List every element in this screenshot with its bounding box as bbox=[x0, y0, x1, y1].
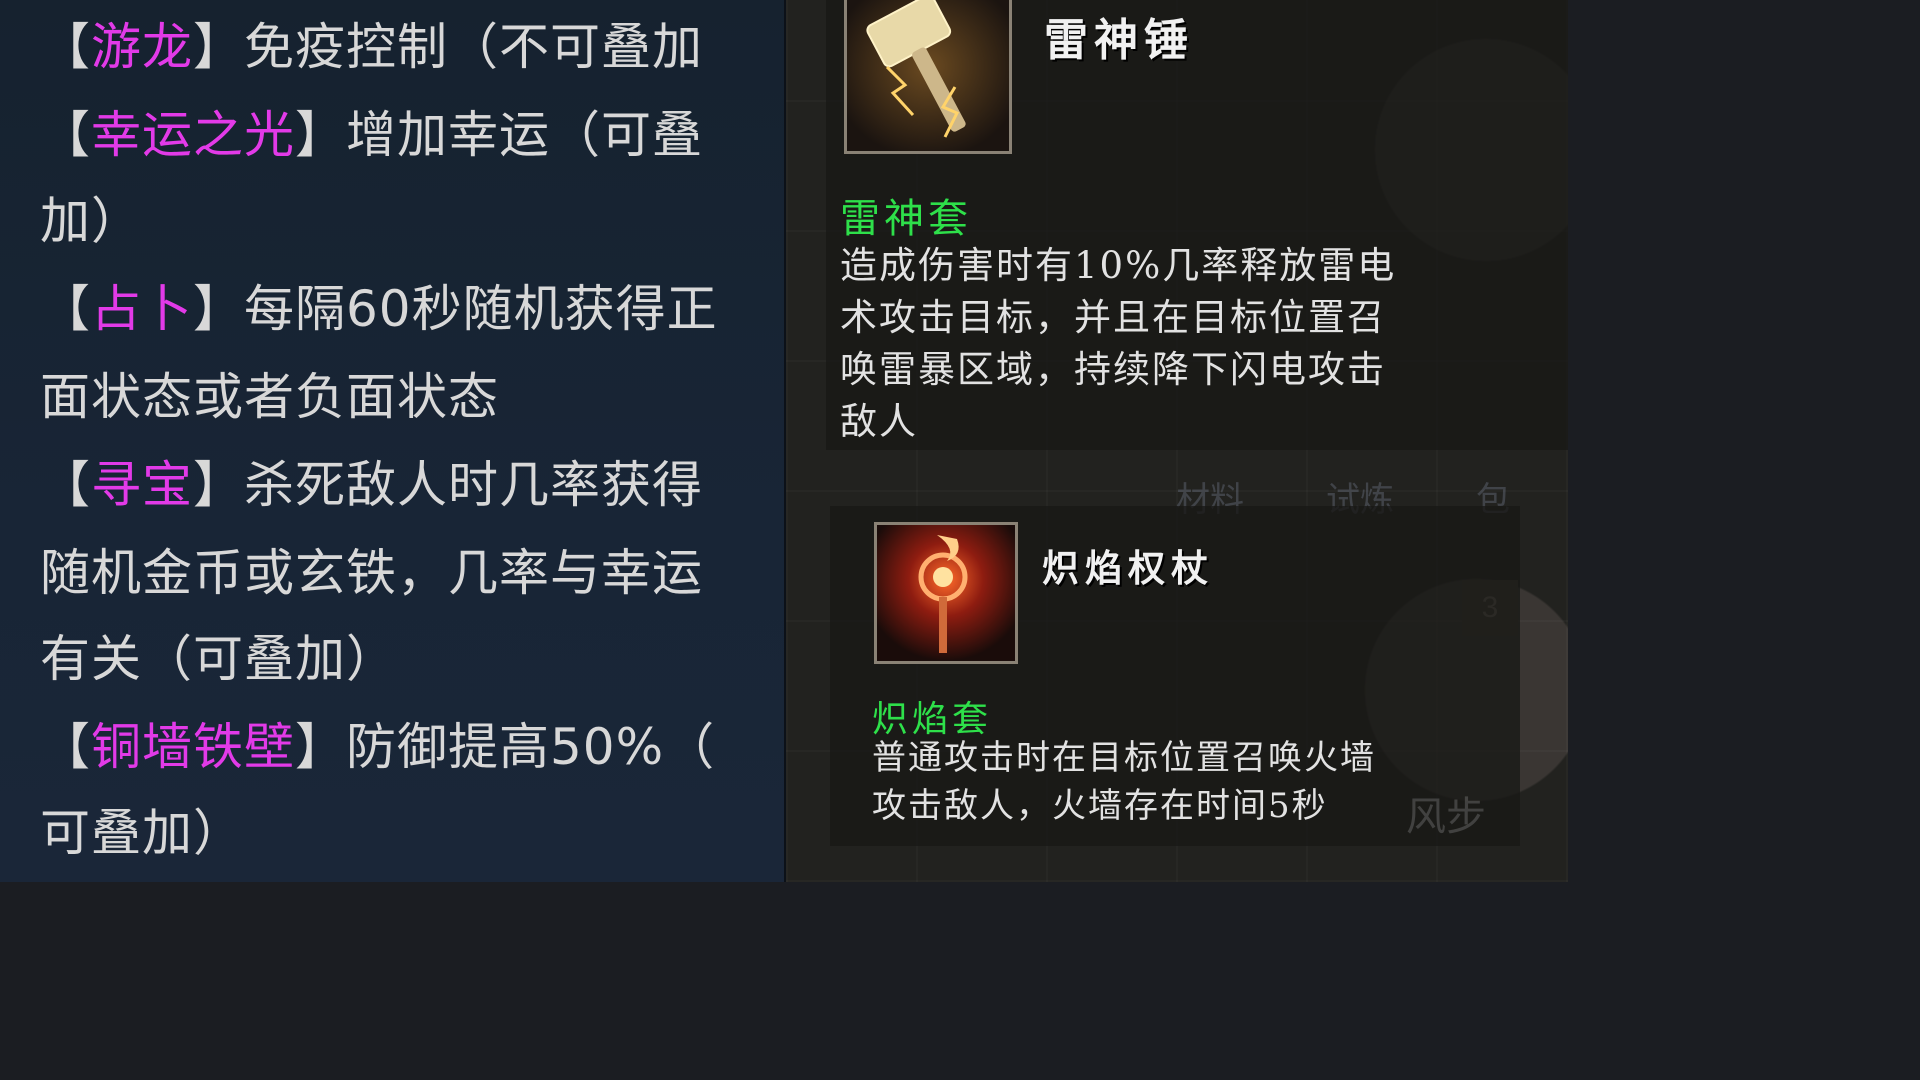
item-slot[interactable] bbox=[844, 0, 1012, 154]
item-name: 雷神锤 bbox=[1044, 15, 1194, 66]
set-name: 雷神套 bbox=[840, 196, 972, 242]
buff-line-luck: 【幸运之光】增加幸运（可叠 bbox=[40, 106, 780, 164]
buff-line-divination-cont: 面状态或者负面状态 bbox=[40, 368, 499, 426]
buff-desc: 增加幸运（可叠 bbox=[346, 106, 703, 164]
buff-line-iron-wall-cont: 可叠加） bbox=[40, 804, 244, 862]
buff-line-divination: 【占卜】每隔60秒随机获得正 bbox=[40, 280, 780, 338]
buff-line-youlong: 【游龙】免疫控制（不可叠加 bbox=[40, 18, 780, 76]
bracket-open: 【 bbox=[40, 106, 91, 164]
buff-line-treasure-cont2: 有关（可叠加） bbox=[40, 630, 397, 688]
buff-name: 游龙 bbox=[91, 18, 193, 76]
buff-name: 寻宝 bbox=[91, 456, 193, 514]
desc-line: 造成伤害时有10%几率释放雷电 bbox=[840, 244, 1397, 287]
bracket-close: 】 bbox=[295, 718, 346, 776]
buff-name: 幸运之光 bbox=[91, 106, 295, 164]
desc-line: 术攻击目标，并且在目标位置召 bbox=[840, 296, 1386, 339]
buff-desc: 每隔60秒随机获得正 bbox=[244, 280, 718, 338]
buff-line-iron-wall: 【铜墙铁壁】防御提高50%（ bbox=[40, 718, 780, 776]
bracket-open: 【 bbox=[40, 280, 91, 338]
bracket-close: 】 bbox=[193, 456, 244, 514]
item-slot[interactable] bbox=[874, 522, 1018, 664]
buff-description-panel: 【游龙】免疫控制（不可叠加 【幸运之光】增加幸运（可叠 加） 【占卜】每隔60秒… bbox=[0, 0, 786, 882]
buff-desc: 杀死敌人时几率获得 bbox=[244, 456, 703, 514]
buff-line-luck-cont: 加） bbox=[40, 192, 142, 250]
buff-name: 占卜 bbox=[91, 280, 193, 338]
buff-name: 铜墙铁壁 bbox=[91, 718, 295, 776]
bracket-open: 【 bbox=[40, 18, 91, 76]
desc-line: 唤雷暴区域，持续降下闪电攻击 bbox=[840, 348, 1386, 391]
desc-line: 普通攻击时在目标位置召唤火墙 bbox=[872, 738, 1376, 778]
bracket-open: 【 bbox=[40, 718, 91, 776]
bracket-close: 】 bbox=[193, 18, 244, 76]
bg-skill-text: 风步 bbox=[1406, 795, 1486, 839]
desc-line: 敌人 bbox=[840, 400, 918, 443]
item-name: 炽焰权杖 bbox=[1042, 546, 1214, 590]
thunder-hammer-icon bbox=[847, 0, 1009, 151]
buff-desc: 防御提高50%（ bbox=[346, 718, 716, 776]
flame-scepter-icon bbox=[877, 525, 1015, 661]
bracket-open: 【 bbox=[40, 456, 91, 514]
buff-line-treasure-cont: 随机金币或玄铁，几率与幸运 bbox=[40, 544, 703, 602]
item-description: 造成伤害时有10%几率释放雷电 术攻击目标，并且在目标位置召 唤雷暴区域，持续降… bbox=[840, 240, 1560, 448]
bracket-close: 】 bbox=[193, 280, 244, 338]
item-tooltip-area: 材料 试炼 包 3 雷神锤 雷神套 造成伤害时有10%几率释放雷电 术攻击目标，… bbox=[786, 0, 1568, 882]
buff-line-treasure: 【寻宝】杀死敌人时几率获得 bbox=[40, 456, 780, 514]
bracket-close: 】 bbox=[295, 106, 346, 164]
buff-desc: 免疫控制（不可叠加 bbox=[244, 18, 703, 76]
